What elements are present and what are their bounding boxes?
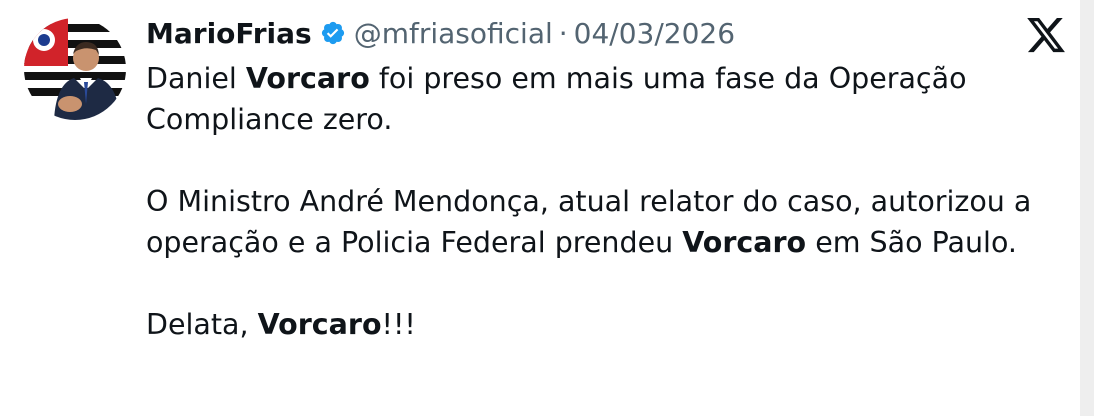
tweet-paragraph: Daniel Vorcaro foi preso em mais uma fas… — [146, 62, 967, 136]
tweet-date[interactable]: 04/03/2026 — [574, 17, 735, 50]
tweet-text: Daniel Vorcaro foi preso em mais uma fas… — [146, 58, 1076, 386]
mention-name: Vorcaro — [257, 308, 382, 341]
scrollbar-track[interactable] — [1080, 0, 1094, 416]
tweet-paragraph: O Ministro André Mendonça, atual relator… — [146, 185, 1032, 259]
author-handle[interactable]: @mfriasoficial — [354, 17, 553, 50]
verified-badge-icon — [320, 20, 346, 46]
avatar[interactable] — [24, 18, 126, 120]
mention-name: Vorcaro — [245, 62, 370, 95]
header-separator: · — [558, 16, 568, 50]
mention-name: Vorcaro — [682, 226, 807, 259]
tweet-paragraph: Delata, Vorcaro!!! — [146, 308, 416, 341]
tweet-header: MarioFrias @mfriasoficial · 04/03/2026 — [146, 12, 735, 54]
author-display-name[interactable]: MarioFrias — [146, 17, 312, 50]
x-logo-icon[interactable] — [1024, 14, 1068, 56]
avatar-image — [24, 18, 126, 120]
